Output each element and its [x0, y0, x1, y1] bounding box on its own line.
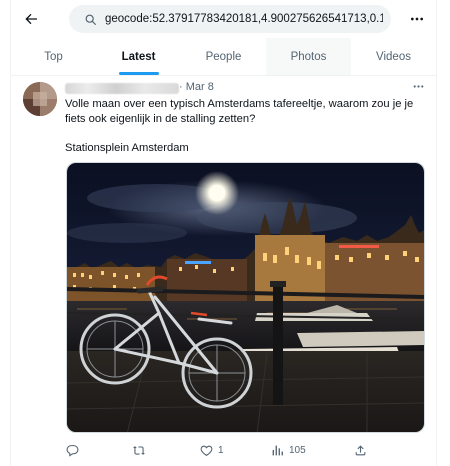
tab-latest[interactable]: Latest [96, 38, 181, 75]
tweet-text-line: fiets ook eigenlijk in de stalling zette… [65, 112, 256, 125]
tweet-text: Volle maan over een typisch Amsterdams t… [65, 97, 415, 155]
tweet-actions: 1 105 [66, 440, 421, 460]
more-horizontal-icon [413, 84, 423, 88]
tweet-text-line: Volle maan over een typisch Amsterdams t… [65, 98, 414, 110]
share-icon [355, 444, 366, 455]
retweet-icon [133, 445, 145, 455]
meta-separator: · [179, 81, 183, 93]
search-icon [77, 13, 103, 26]
avatar[interactable] [23, 82, 57, 116]
more-horizontal-icon [411, 17, 423, 21]
more-options-button[interactable] [403, 5, 431, 33]
tweet-more-button[interactable] [409, 78, 427, 94]
tab-people[interactable]: People [181, 38, 266, 75]
tweet[interactable]: · Mar 8 Volle maan over een typisch Amst… [11, 76, 436, 466]
views-icon [272, 445, 283, 455]
like-count: 1 [218, 444, 224, 456]
tab-photos[interactable]: Photos [266, 38, 351, 75]
tweet-location-text: Stationsplein Amsterdam [65, 141, 189, 154]
views-count: 105 [289, 444, 306, 456]
heart-icon [200, 445, 213, 456]
tweet-meta: · Mar 8 [179, 81, 214, 93]
author-name-blurred[interactable] [65, 83, 179, 94]
photo [67, 163, 424, 432]
page-right-border [436, 0, 437, 466]
search-tabs: Top Latest People Photos Videos [11, 38, 436, 76]
like-button[interactable]: 1 [200, 440, 224, 460]
share-button[interactable] [354, 440, 367, 460]
tweet-photo[interactable] [66, 162, 425, 433]
reply-icon [66, 444, 79, 457]
retweet-button[interactable] [132, 440, 146, 460]
search-header [11, 0, 436, 38]
arrow-left-icon [25, 13, 37, 25]
search-box[interactable] [69, 5, 391, 33]
reply-button[interactable] [66, 440, 79, 460]
tab-top[interactable]: Top [11, 38, 96, 75]
tab-videos[interactable]: Videos [351, 38, 436, 75]
views-button[interactable]: 105 [271, 440, 306, 460]
search-input[interactable] [103, 13, 383, 25]
back-button[interactable] [17, 5, 45, 33]
tweet-date[interactable]: Mar 8 [186, 81, 214, 93]
